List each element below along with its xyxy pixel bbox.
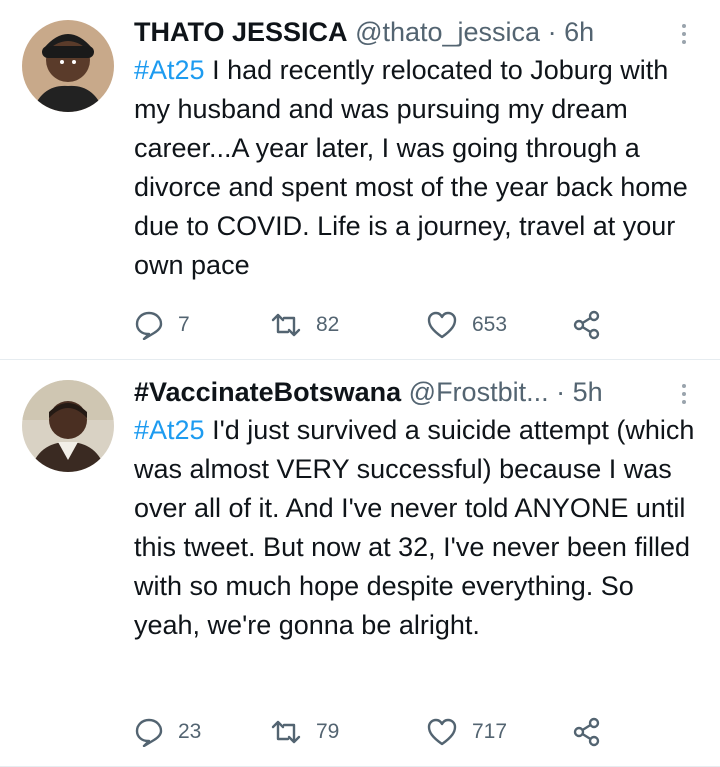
avatar[interactable] bbox=[22, 380, 114, 472]
tweet-body: I'd just survived a suicide attempt (whi… bbox=[134, 415, 695, 640]
more-dots-icon[interactable] bbox=[672, 380, 696, 408]
avatar[interactable] bbox=[22, 20, 114, 112]
user-handle[interactable]: @Frostbit... bbox=[409, 377, 549, 407]
user-handle[interactable]: @thato_jessica bbox=[355, 17, 540, 47]
separator-dot: · bbox=[556, 377, 566, 407]
tweet-text: #At25 I had recently relocated to Joburg… bbox=[134, 51, 696, 285]
timestamp[interactable]: 6h bbox=[564, 17, 594, 47]
like-count: 717 bbox=[472, 720, 508, 743]
like-button[interactable]: 717 bbox=[426, 714, 507, 750]
like-count: 653 bbox=[472, 313, 508, 336]
speech-bubble-icon bbox=[135, 311, 163, 340]
timestamp[interactable]: 5h bbox=[573, 377, 603, 407]
like-button[interactable]: 653 bbox=[426, 307, 507, 343]
reply-count: 7 bbox=[178, 313, 190, 336]
separator-dot: · bbox=[547, 17, 557, 47]
retweet-count: 82 bbox=[316, 313, 340, 336]
tweet-header: THATO JESSICA @thato_jessica · 6h bbox=[134, 14, 696, 50]
tweet-card[interactable]: THATO JESSICA @thato_jessica · 6h #At25 … bbox=[0, 0, 720, 360]
heart-icon bbox=[427, 718, 457, 746]
share-button[interactable] bbox=[572, 307, 602, 343]
display-name[interactable]: #VaccinateBotswana bbox=[134, 377, 401, 407]
share-nodes-icon bbox=[573, 717, 600, 747]
tweet-actions: 7 82 653 bbox=[134, 307, 634, 343]
reply-count: 23 bbox=[178, 720, 202, 743]
hashtag-link[interactable]: #At25 bbox=[134, 415, 205, 445]
share-nodes-icon bbox=[573, 310, 600, 340]
more-dots-icon[interactable] bbox=[672, 20, 696, 48]
tweet-text: #At25 I'd just survived a suicide attemp… bbox=[134, 411, 696, 645]
retweet-button[interactable]: 79 bbox=[270, 714, 339, 750]
retweet-button[interactable]: 82 bbox=[270, 307, 339, 343]
retweet-arrows-icon bbox=[271, 313, 301, 337]
hashtag-link[interactable]: #At25 bbox=[134, 55, 205, 85]
tweet-content: THATO JESSICA @thato_jessica · 6h #At25 … bbox=[134, 14, 696, 285]
display-name[interactable]: THATO JESSICA bbox=[134, 17, 348, 47]
tweet-header: #VaccinateBotswana @Frostbit... · 5h bbox=[134, 374, 696, 410]
share-button[interactable] bbox=[572, 714, 602, 750]
tweet-card[interactable]: #VaccinateBotswana @Frostbit... · 5h #At… bbox=[0, 360, 720, 767]
retweet-count: 79 bbox=[316, 720, 340, 743]
retweet-arrows-icon bbox=[271, 720, 301, 744]
reply-button[interactable]: 7 bbox=[134, 307, 190, 343]
reply-button[interactable]: 23 bbox=[134, 714, 201, 750]
tweet-body: I had recently relocated to Joburg with … bbox=[134, 55, 688, 280]
speech-bubble-icon bbox=[135, 718, 163, 747]
heart-icon bbox=[427, 311, 457, 339]
tweet-content: #VaccinateBotswana @Frostbit... · 5h #At… bbox=[134, 374, 696, 645]
tweet-actions: 23 79 717 bbox=[134, 714, 634, 750]
